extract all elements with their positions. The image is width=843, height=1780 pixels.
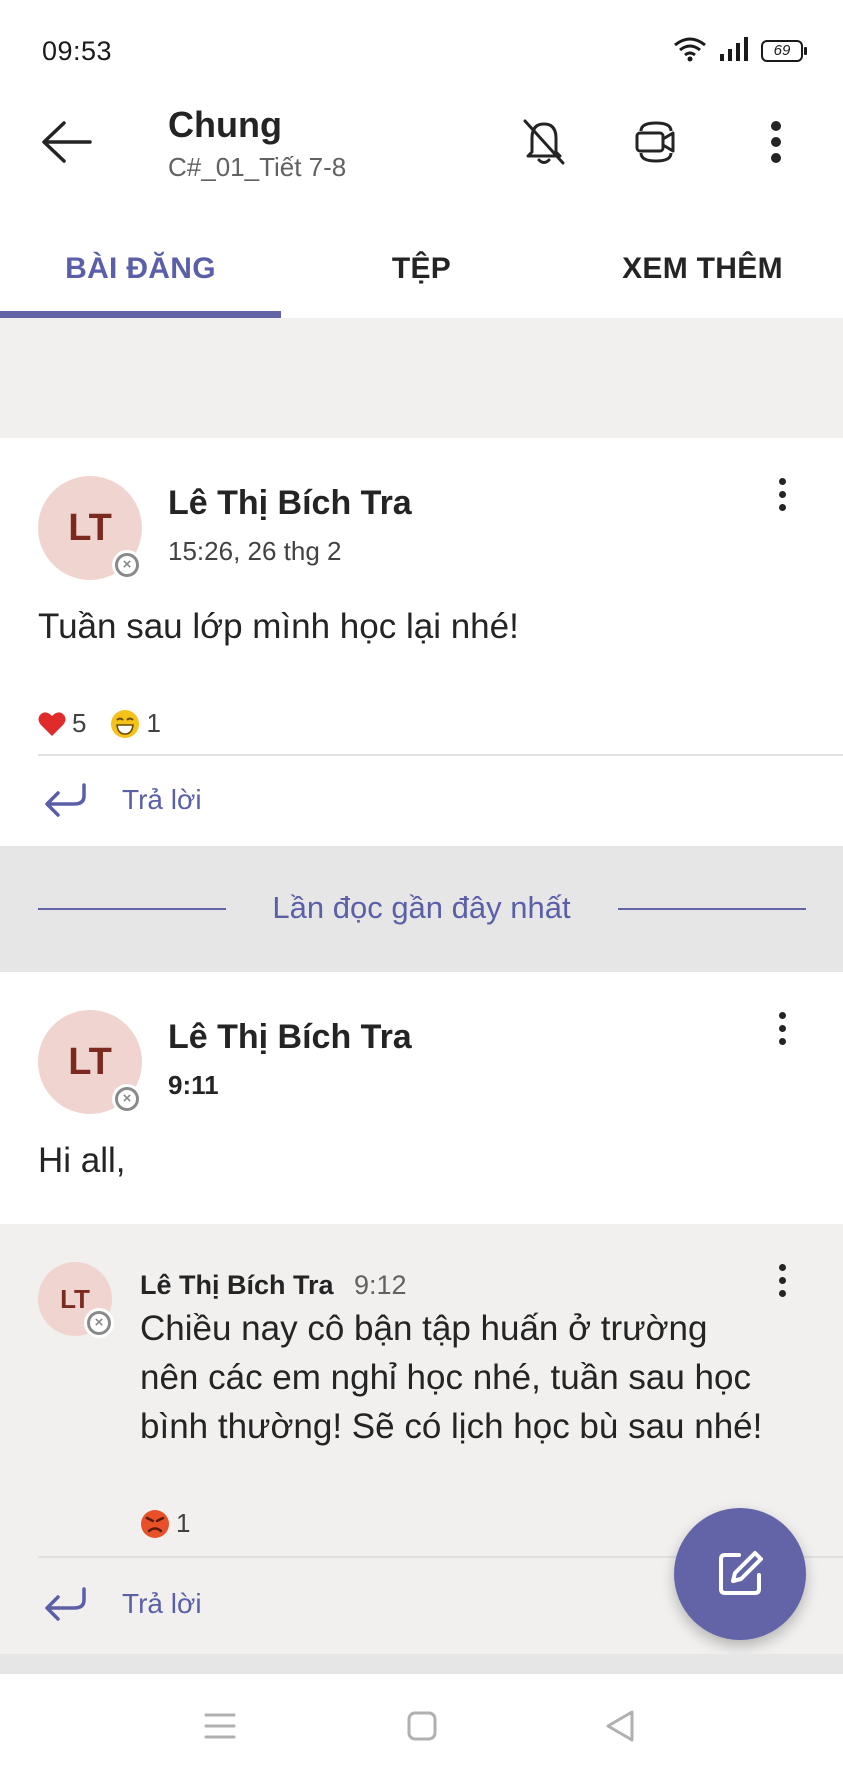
reply-message-line: nên các em nghỉ học nhé, tuần sau học — [140, 1358, 751, 1397]
signal-icon — [719, 36, 749, 67]
new-post-button[interactable] — [674, 1508, 806, 1640]
reaction-count: 1 — [176, 1508, 191, 1538]
post-card: LT × Lê Thị Bích Tra 15:26, 26 thg 2 Tuầ… — [0, 438, 843, 846]
channel-header: Chung C#_01_Tiết 7-8 — [0, 100, 843, 220]
divider — [38, 754, 843, 756]
status-icons: 69 — [673, 36, 807, 67]
last-read-marker: Lần đọc gần đây nhất — [0, 846, 843, 972]
post-card: LT × Lê Thị Bích Tra 9:11 Hi all, — [0, 972, 843, 1224]
feed-bottom — [0, 1654, 843, 1674]
team-name: C#_01_Tiết 7-8 — [168, 152, 347, 182]
post-time: 9:11 — [168, 1070, 219, 1100]
arrow-left-icon — [42, 121, 92, 163]
heart-icon — [38, 711, 66, 736]
compose-icon — [719, 1551, 763, 1595]
more-options-button[interactable] — [748, 114, 804, 170]
square-icon — [407, 1711, 437, 1741]
reply-label: Trả lời — [122, 1588, 202, 1619]
tab-posts[interactable]: BÀI ĐĂNG — [0, 220, 281, 318]
status-time: 09:53 — [42, 36, 113, 66]
post-message: Hi all, — [38, 1141, 126, 1180]
system-nav-bar — [0, 1674, 843, 1780]
post-time: 15:26, 26 thg 2 — [168, 536, 342, 566]
recent-apps-button[interactable] — [190, 1696, 250, 1756]
presence-offline-icon: × — [112, 1084, 142, 1114]
reply-message: Chiều nay cô bận tập huấn ở trường nên c… — [140, 1304, 762, 1451]
mute-notifications-button[interactable] — [516, 114, 572, 170]
reaction-count: 5 — [72, 708, 87, 738]
reply-icon — [45, 783, 86, 817]
home-button[interactable] — [392, 1696, 452, 1756]
reply-button[interactable]: Trả lời — [42, 1586, 202, 1622]
reply-more-button[interactable] — [762, 1260, 802, 1300]
presence-offline-icon: × — [112, 550, 142, 580]
back-button[interactable] — [36, 112, 96, 172]
nav-back-button[interactable] — [590, 1696, 650, 1756]
tab-more[interactable]: XEM THÊM — [562, 220, 843, 318]
reply-author[interactable]: Lê Thị Bích Tra — [140, 1270, 334, 1301]
meet-now-button[interactable] — [628, 114, 684, 170]
tab-files[interactable]: TỆP — [281, 220, 562, 318]
angry-icon — [141, 1509, 169, 1538]
presence-offline-icon: × — [84, 1308, 114, 1338]
video-call-icon — [635, 121, 675, 163]
more-vertical-icon — [771, 121, 781, 163]
channel-title: Chung — [168, 104, 282, 145]
status-bar: 09:53 69 — [0, 0, 843, 100]
divider — [618, 908, 806, 910]
post-more-button[interactable] — [762, 1008, 802, 1048]
reply-icon — [45, 1587, 86, 1621]
reactions-bar: 1 — [140, 1508, 206, 1539]
post-author[interactable]: Lê Thị Bích Tra — [168, 484, 412, 523]
reaction-grin[interactable]: 1 — [110, 708, 161, 739]
reply-message-line: bình thường! Sẽ có lịch học bù sau nhé! — [140, 1407, 763, 1446]
reply-message-line: Chiều nay cô bận tập huấn ở trường — [140, 1309, 708, 1348]
bell-off-icon — [523, 119, 565, 165]
reply-button[interactable]: Trả lời — [42, 782, 202, 818]
post-message: Tuần sau lớp mình học lại nhé! — [38, 607, 519, 646]
reply-time: 9:12 — [354, 1270, 407, 1300]
channel-tabs: BÀI ĐĂNG TỆP XEM THÊM — [0, 220, 843, 318]
post-author[interactable]: Lê Thị Bích Tra — [168, 1018, 412, 1057]
menu-icon — [204, 1713, 236, 1739]
reaction-angry[interactable]: 1 — [140, 1508, 190, 1539]
wifi-icon — [673, 36, 707, 67]
reaction-heart[interactable]: 5 — [38, 708, 86, 739]
post-more-button[interactable] — [762, 474, 802, 514]
reply-label: Trả lời — [122, 784, 202, 815]
reaction-count: 1 — [146, 708, 161, 738]
reactions-bar: 5 1 — [38, 708, 177, 739]
grin-icon — [111, 709, 140, 738]
triangle-back-icon — [606, 1710, 634, 1742]
battery-icon: 69 — [761, 40, 807, 62]
feed-spacer — [0, 318, 843, 438]
